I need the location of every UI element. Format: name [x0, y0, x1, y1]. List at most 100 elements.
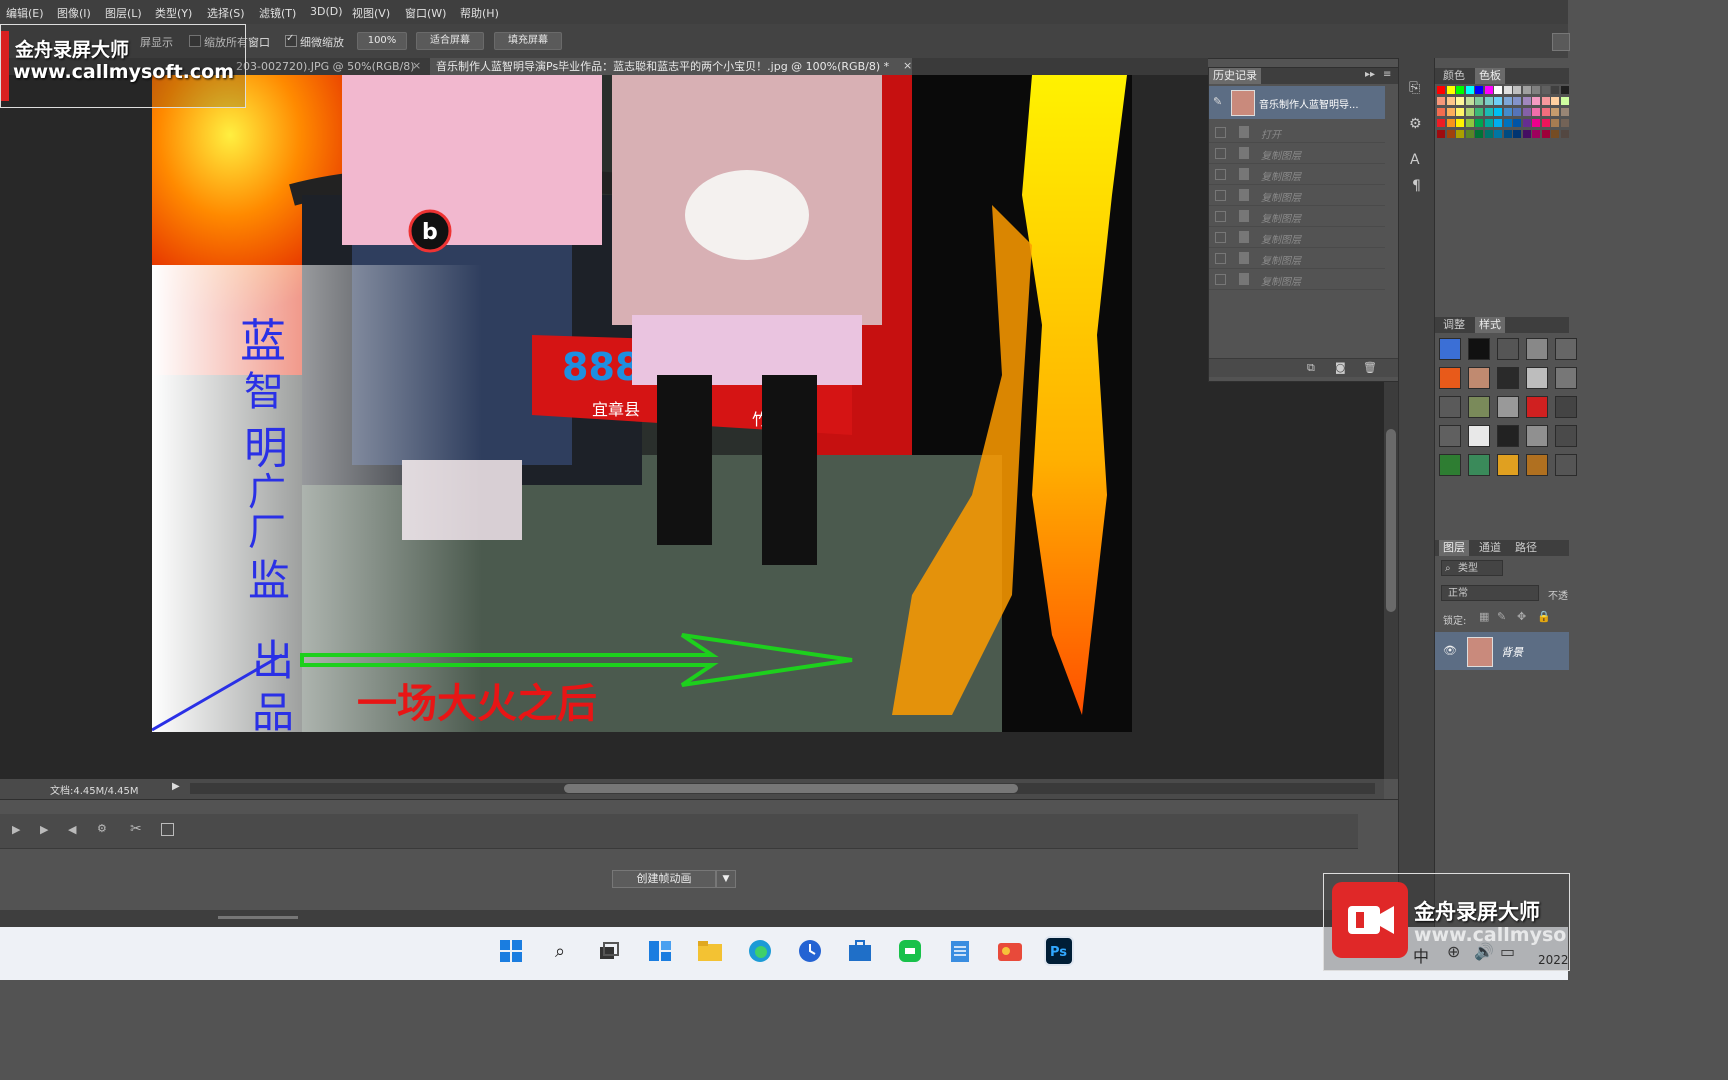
horizontal-scrollbar[interactable] [190, 783, 1375, 794]
color-swatch[interactable] [1560, 130, 1569, 138]
style-grid[interactable] [1439, 338, 1577, 488]
color-swatch[interactable] [1484, 86, 1493, 94]
color-swatch[interactable] [1475, 86, 1483, 94]
tab-document-2[interactable]: 音乐制作人蓝智明导演Ps毕业作品：蓝志聪和蓝志平的两个小宝贝！.jpg @ 10… [430, 58, 912, 75]
color-swatch[interactable] [1513, 130, 1521, 138]
style-swatch[interactable] [1526, 338, 1548, 360]
color-swatch[interactable] [1513, 119, 1521, 127]
panel-menu-icon[interactable]: ≡ [1383, 69, 1391, 80]
photoshop-icon[interactable]: Ps [1044, 936, 1074, 966]
history-dock-icon[interactable]: ⎘ [1409, 80, 1420, 96]
color-swatch[interactable] [1437, 130, 1445, 138]
history-checkbox[interactable] [1215, 211, 1226, 222]
notepad-icon[interactable] [945, 936, 975, 966]
color-swatch[interactable] [1551, 97, 1559, 105]
close-tab-1-icon[interactable]: × [412, 59, 421, 72]
menu-image[interactable]: 图像(I) [57, 5, 91, 21]
style-swatch[interactable] [1439, 425, 1461, 447]
color-swatch[interactable] [1456, 86, 1464, 94]
style-swatch[interactable] [1439, 338, 1461, 360]
scrubby-zoom-checkbox[interactable] [285, 33, 297, 47]
first-frame-icon[interactable]: ▶ [12, 823, 20, 836]
document-canvas[interactable]: b 88888 宜章县 竹 蓝 智 明 广 厂 监 出 品 一场大火之后 [152, 75, 1132, 732]
history-item[interactable]: 复制图层 [1209, 143, 1385, 164]
color-swatch[interactable] [1494, 119, 1502, 127]
create-frame-animation-button[interactable]: 创建帧动画 [612, 870, 716, 888]
search-icon[interactable]: ⌕ [545, 936, 575, 966]
style-swatch[interactable] [1555, 454, 1577, 476]
style-swatch[interactable] [1497, 425, 1519, 447]
history-checkbox[interactable] [1215, 169, 1226, 180]
color-swatch[interactable] [1551, 119, 1559, 127]
color-swatch[interactable] [1484, 130, 1493, 138]
color-swatch[interactable] [1475, 97, 1483, 105]
color-swatch[interactable] [1437, 119, 1445, 127]
lock-pixels-icon[interactable]: ✎ [1497, 610, 1506, 623]
style-swatch[interactable] [1555, 367, 1577, 389]
style-swatch[interactable] [1526, 396, 1548, 418]
color-swatch[interactable] [1437, 97, 1445, 105]
blend-mode-select[interactable]: 正常 [1441, 585, 1539, 601]
tab-swatches[interactable]: 色板 [1475, 68, 1505, 84]
color-swatch[interactable] [1560, 119, 1569, 127]
history-item[interactable]: 复制图层 [1209, 248, 1385, 269]
history-snapshot[interactable]: ✎ 音乐制作人蓝智明导... [1209, 86, 1385, 119]
tab-layers[interactable]: 图层 [1439, 540, 1469, 556]
color-swatch[interactable] [1446, 130, 1455, 138]
color-swatch[interactable] [1522, 97, 1531, 105]
color-swatch[interactable] [1522, 130, 1531, 138]
properties-dock-icon[interactable]: ⚙ [1409, 116, 1422, 132]
color-swatch[interactable] [1465, 130, 1474, 138]
menu-edit[interactable]: 编辑(E) [6, 5, 44, 21]
color-swatch[interactable] [1494, 86, 1502, 94]
clock-app-icon[interactable] [795, 936, 825, 966]
store-icon[interactable] [845, 936, 875, 966]
color-swatch[interactable] [1465, 97, 1474, 105]
menu-type[interactable]: 类型(Y) [155, 5, 192, 21]
style-swatch[interactable] [1439, 454, 1461, 476]
color-swatch[interactable] [1503, 119, 1512, 127]
task-view-icon[interactable] [594, 936, 624, 966]
layer-filter-select[interactable]: ⌕ 类型 [1441, 560, 1503, 576]
color-swatch[interactable] [1475, 130, 1483, 138]
color-swatch[interactable] [1503, 130, 1512, 138]
color-swatch[interactable] [1456, 119, 1464, 127]
zoom-slider[interactable] [218, 916, 298, 919]
color-swatch[interactable] [1541, 119, 1550, 127]
character-dock-icon[interactable]: A [1410, 152, 1420, 168]
color-swatch[interactable] [1532, 119, 1540, 127]
settings-gear-icon[interactable]: ⚙ [97, 822, 107, 835]
lock-transparency-icon[interactable]: ▦ [1479, 610, 1489, 623]
style-swatch[interactable] [1497, 396, 1519, 418]
style-swatch[interactable] [1526, 425, 1548, 447]
history-item[interactable]: 复制图层 [1209, 185, 1385, 206]
style-swatch[interactable] [1468, 338, 1490, 360]
color-swatch[interactable] [1532, 130, 1540, 138]
menu-filter[interactable]: 滤镜(T) [259, 5, 296, 21]
color-swatch[interactable] [1446, 119, 1455, 127]
color-swatch[interactable] [1484, 108, 1493, 116]
color-swatch[interactable] [1522, 119, 1531, 127]
color-swatch[interactable] [1503, 86, 1512, 94]
color-swatch[interactable] [1513, 108, 1521, 116]
recorder-app-icon[interactable] [995, 936, 1025, 966]
history-checkbox[interactable] [1215, 232, 1226, 243]
menu-select[interactable]: 选择(S) [207, 5, 245, 21]
play-icon[interactable]: ▶ [40, 823, 48, 836]
style-swatch[interactable] [1468, 454, 1490, 476]
vertical-scroll-thumb[interactable] [1386, 429, 1396, 612]
start-icon[interactable] [496, 936, 526, 966]
color-swatch[interactable] [1446, 86, 1455, 94]
history-item[interactable]: 复制图层 [1209, 164, 1385, 185]
menu-window[interactable]: 窗口(W) [405, 5, 446, 21]
color-swatch[interactable] [1494, 130, 1502, 138]
new-document-icon[interactable]: ⧉ [1307, 361, 1315, 375]
tab-color[interactable]: 颜色 [1439, 68, 1469, 84]
color-swatch[interactable] [1551, 108, 1559, 116]
color-swatch[interactable] [1475, 119, 1483, 127]
color-swatch[interactable] [1475, 108, 1483, 116]
menu-3d[interactable]: 3D(D) [310, 5, 343, 18]
color-swatch[interactable] [1551, 130, 1559, 138]
tab-history[interactable]: 历史记录 [1209, 68, 1261, 84]
color-swatch[interactable] [1465, 108, 1474, 116]
